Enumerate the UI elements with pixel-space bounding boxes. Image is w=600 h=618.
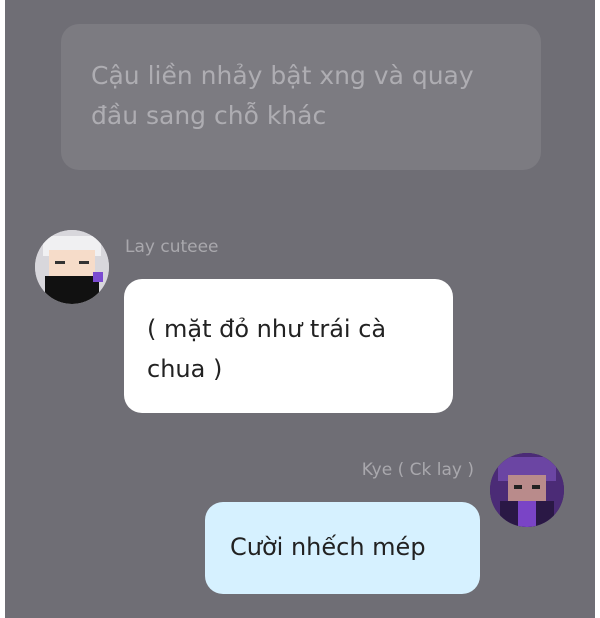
avatar-kye[interactable] xyxy=(490,453,564,527)
message-text-lay: ( mặt đỏ như trái cà chua ) xyxy=(147,315,387,383)
message-text-kye: Cười nhếch mép xyxy=(230,533,426,561)
narration-bubble: Cậu liền nhảy bật xng và quay đầu sang c… xyxy=(61,24,541,170)
speaker-name-kye: Kye ( Ck lay ) xyxy=(361,460,474,480)
avatar-lay[interactable] xyxy=(35,230,109,304)
chat-screen: Cậu liền nhảy bật xng và quay đầu sang c… xyxy=(5,0,595,618)
user-avatar-icon xyxy=(490,453,564,527)
message-bubble-lay: ( mặt đỏ như trái cà chua ) xyxy=(124,279,453,413)
narration-text: Cậu liền nhảy bật xng và quay đầu sang c… xyxy=(91,61,474,130)
speaker-name-lay: Lay cuteee xyxy=(125,237,219,257)
message-bubble-kye: Cười nhếch mép xyxy=(205,502,480,594)
user-avatar-icon xyxy=(35,230,109,304)
